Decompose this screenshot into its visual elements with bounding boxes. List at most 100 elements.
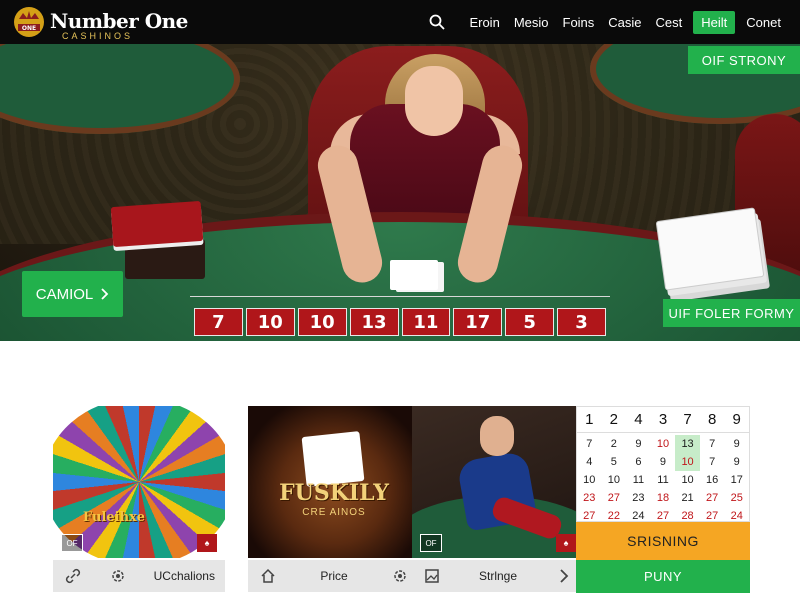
calendar-day[interactable]: 10 [577, 471, 602, 489]
top-nav-bar: ONE Number One CASHINOS Eroin Mesio Foin… [0, 0, 800, 44]
nav-link-casie[interactable]: Casie [601, 15, 648, 30]
card-footer: Price [248, 560, 420, 592]
calendar-day[interactable]: 9 [626, 435, 651, 453]
calendar-day[interactable]: 9 [724, 435, 749, 453]
card-deck-icon [655, 207, 765, 291]
calendar-day[interactable]: 10 [651, 435, 676, 453]
poker-image-title: FUSKILY [279, 480, 389, 506]
calendar-day[interactable]: 16 [700, 471, 725, 489]
calendar-day[interactable]: 27 [602, 489, 627, 507]
game-card-wheel[interactable]: Fuleihxe OF ♠ UCchalions [53, 406, 225, 592]
game-card-poker[interactable]: FUSKILY CRE AINOS Price [248, 406, 420, 592]
site-logo[interactable]: ONE Number One CASHINOS [12, 5, 188, 41]
number-cell: 10 [245, 308, 295, 336]
nav-link-conet[interactable]: Conet [739, 15, 788, 30]
card-footer-label[interactable]: UCchalions [154, 569, 215, 583]
hero-cta-label: CAMIOL [35, 285, 94, 303]
calendar-day[interactable]: 10 [675, 471, 700, 489]
main-nav: Eroin Mesio Foins Casie Cest Heilt Conet [426, 8, 788, 36]
hero-cta-button[interactable]: CAMIOL [22, 271, 123, 317]
calendar-header-cell: 9 [732, 411, 741, 428]
gear-icon[interactable] [390, 566, 410, 586]
number-cell: 10 [297, 308, 347, 336]
green-action-button[interactable]: PUNY [576, 560, 750, 593]
calendar-widget: 1 2 4 3 7 8 9 7 2 9 10 13 7 9 4 5 6 9 10… [576, 406, 750, 522]
calendar-day[interactable]: 9 [724, 453, 749, 471]
wheel-image-text: Fuleihxe [83, 510, 146, 525]
calendar-day[interactable]: 21 [675, 489, 700, 507]
number-cell: 17 [453, 308, 503, 336]
chevron-right-icon[interactable] [554, 566, 574, 586]
game-card-player[interactable]: OF ♠ Strlnge [412, 406, 584, 592]
poker-image-subtitle: CRE AINOS [302, 507, 366, 518]
number-cell: 7 [194, 308, 243, 336]
number-cell: 5 [505, 308, 555, 336]
calendar-day[interactable]: 23 [577, 489, 602, 507]
poker-thumbnail[interactable]: FUSKILY CRE AINOS [248, 406, 420, 558]
calendar-day-highlighted[interactable]: 10 [675, 453, 700, 471]
card-footer: Strlnge [412, 560, 584, 592]
wheel-thumbnail[interactable]: Fuleihxe OF ♠ [53, 406, 225, 558]
calendar-header-cell: 1 [585, 411, 594, 428]
calendar-header-cell: 3 [658, 411, 668, 428]
search-icon[interactable] [426, 11, 448, 33]
hero-banner: 7 10 10 13 11 17 5 3 OIF STRONY UIF FOLE… [0, 44, 800, 341]
link-icon[interactable] [63, 566, 83, 586]
card-footer-label[interactable]: Strlnge [479, 569, 517, 583]
image-icon[interactable] [422, 566, 442, 586]
player-head [480, 416, 514, 456]
card-corner-icon: ♠ [197, 534, 217, 552]
nav-link-cest[interactable]: Cest [649, 15, 690, 30]
calendar-day[interactable]: 11 [626, 471, 651, 489]
number-cell: 3 [557, 308, 606, 336]
calendar-day-highlighted[interactable]: 13 [675, 435, 700, 453]
number-cell: 11 [401, 308, 451, 336]
calendar-day[interactable]: 7 [700, 453, 725, 471]
calendar-day[interactable]: 23 [626, 489, 651, 507]
nav-link-heilt[interactable]: Heilt [693, 10, 736, 34]
calendar-grid: 7 2 9 10 13 7 9 4 5 6 9 10 7 9 10 10 11 … [577, 433, 749, 525]
player-thumbnail[interactable]: OF ♠ [412, 406, 584, 558]
chevron-right-icon [101, 288, 109, 300]
nav-link-foins[interactable]: Foins [556, 15, 602, 30]
logo-subtitle: CASHINOS [62, 31, 134, 41]
nav-link-eroin[interactable]: Eroin [462, 15, 506, 30]
calendar-header-cell: 8 [707, 411, 717, 428]
card-corner-icon: ♠ [556, 534, 576, 552]
calendar-day[interactable]: 2 [602, 435, 627, 453]
card-badge: OF [420, 534, 442, 552]
logo-title: Number One [50, 9, 188, 33]
orange-action-button[interactable]: SRISNING [576, 522, 750, 560]
svg-text:ONE: ONE [22, 25, 36, 32]
calendar-day[interactable]: 7 [577, 435, 602, 453]
betting-rail [190, 296, 610, 304]
calendar-day[interactable]: 18 [651, 489, 676, 507]
calendar-day[interactable]: 7 [700, 435, 725, 453]
calendar-day[interactable]: 11 [651, 471, 676, 489]
home-icon[interactable] [258, 566, 278, 586]
book-stack [110, 200, 204, 248]
calendar-header-cell: 4 [634, 411, 643, 428]
calendar-day[interactable]: 10 [602, 471, 627, 489]
playing-cards-icon [390, 260, 438, 290]
calendar-day[interactable]: 5 [602, 453, 627, 471]
calendar-header-cell: 7 [683, 411, 692, 428]
calendar-header: 1 2 4 3 7 8 9 [577, 407, 749, 433]
calendar-day[interactable]: 9 [651, 453, 676, 471]
calendar-header-cell: 2 [609, 411, 619, 428]
hero-badge-bottom-right[interactable]: UIF FOLER FORMY [663, 299, 800, 327]
playing-card-icon [301, 431, 365, 487]
calendar-day[interactable]: 27 [700, 489, 725, 507]
logo-crown-icon: ONE [14, 7, 44, 37]
nav-link-mesio[interactable]: Mesio [507, 15, 556, 30]
card-footer: UCchalions [53, 560, 225, 592]
dealer-face [405, 66, 463, 136]
gear-icon[interactable] [108, 566, 128, 586]
calendar-day[interactable]: 6 [626, 453, 651, 471]
hero-badge-top-right[interactable]: OIF STRONY [688, 46, 800, 74]
calendar-day[interactable]: 25 [724, 489, 749, 507]
number-strip: 7 10 10 13 11 17 5 3 [190, 304, 610, 340]
card-footer-label[interactable]: Price [320, 569, 347, 583]
calendar-day[interactable]: 4 [577, 453, 602, 471]
calendar-day[interactable]: 17 [724, 471, 749, 489]
